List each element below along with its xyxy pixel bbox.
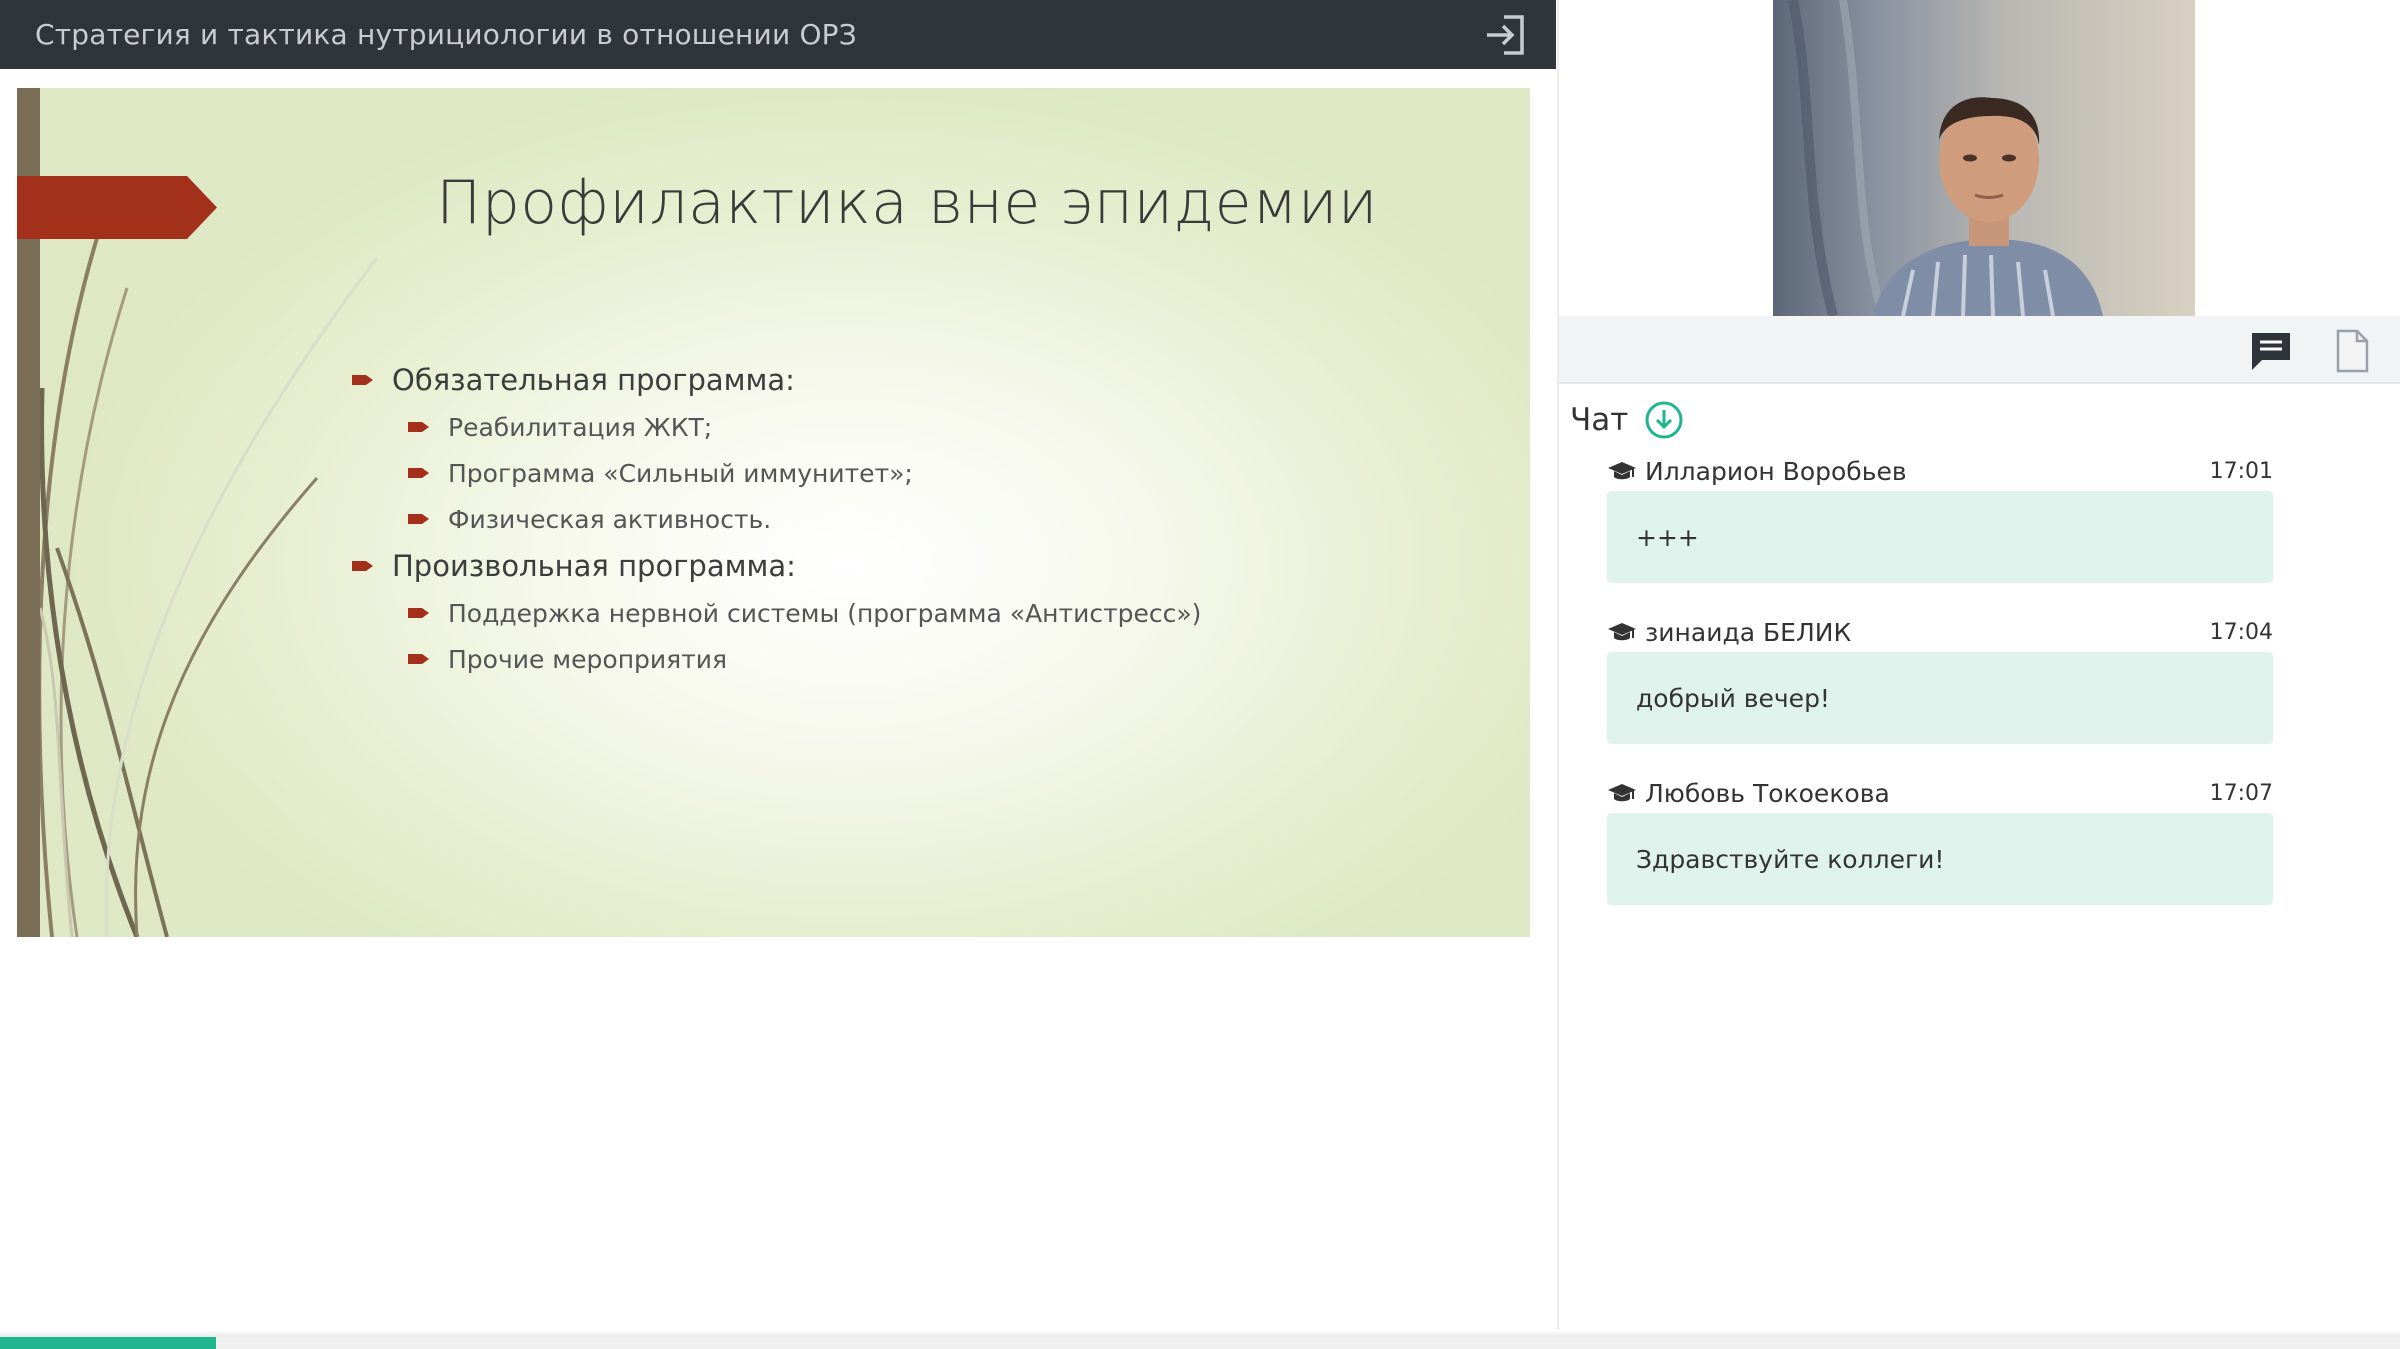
side-panel: Чат Илларион Воробьев 17:01 +++ зинаида … [1557, 0, 2400, 1330]
list-item: Обязательная программа: [352, 356, 1502, 404]
chat-header: Чат [1570, 400, 1684, 440]
bullet-icon [352, 559, 374, 573]
list-item: Произвольная программа: [352, 542, 1502, 590]
tab-chat[interactable] [2248, 330, 2294, 372]
scroll-down-icon[interactable] [1644, 400, 1684, 440]
chat-author: Любовь Токоекова [1645, 778, 1890, 808]
graduation-cap-icon [1608, 784, 1636, 802]
chat-bubble: добрый вечер! [1607, 652, 2273, 744]
chat-message-header: зинаида БЕЛИК 17:04 [1607, 612, 2273, 652]
chat-time: 17:04 [2209, 619, 2273, 645]
chat-bubble: +++ [1607, 491, 2273, 583]
progress-fill [0, 1337, 216, 1349]
list-item: Реабилитация ЖКТ; [352, 404, 1502, 450]
bullet-icon [408, 420, 430, 434]
page-title: Стратегия и тактика нутрициологии в отно… [35, 18, 857, 51]
chat-message: Илларион Воробьев 17:01 +++ [1607, 451, 2273, 583]
list-item-text: Обязательная программа: [392, 363, 795, 397]
bullet-icon [352, 373, 374, 387]
chat-message: зинаида БЕЛИК 17:04 добрый вечер! [1607, 612, 2273, 744]
chat-message-header: Любовь Токоекова 17:07 [1607, 773, 2273, 813]
bullet-icon [408, 466, 430, 480]
list-item: Прочие мероприятия [352, 636, 1502, 682]
bullet-icon [408, 652, 430, 666]
presentation-slide: Профилактика вне эпидемии Обязательная п… [17, 88, 1530, 937]
progress-shadow [0, 1330, 2400, 1337]
chat-message: Любовь Токоекова 17:07 Здравствуйте колл… [1607, 773, 2273, 905]
graduation-cap-icon [1608, 623, 1636, 641]
header-bar: Стратегия и тактика нутрициологии в отно… [0, 0, 1556, 69]
webcam-video [1773, 0, 2195, 316]
presenter-video-image [1773, 0, 2195, 316]
list-item-text: Прочие мероприятия [448, 644, 728, 674]
list-item-text: Реабилитация ЖКТ; [448, 412, 713, 442]
list-item-text: Поддержка нервной системы (программа «Ан… [448, 598, 1202, 628]
exit-button[interactable] [1482, 12, 1528, 58]
slide-arrow-shape [17, 176, 217, 239]
chat-message-header: Илларион Воробьев 17:01 [1607, 451, 2273, 491]
chat-author: Илларион Воробьев [1645, 456, 1907, 486]
bullet-icon [408, 512, 430, 526]
tab-files[interactable] [2332, 328, 2372, 374]
list-item: Поддержка нервной системы (программа «Ан… [352, 590, 1502, 636]
chat-time: 17:07 [2209, 780, 2273, 806]
list-item-text: Произвольная программа: [392, 549, 796, 583]
list-item: Физическая активность. [352, 496, 1502, 542]
document-icon [2336, 329, 2369, 373]
panel-tabs [1559, 316, 2400, 384]
progress-bar[interactable] [0, 1337, 2400, 1349]
chat-time: 17:01 [2209, 458, 2273, 484]
list-item-text: Физическая активность. [448, 504, 772, 534]
exit-icon [1487, 15, 1524, 55]
chat-icon [2252, 333, 2290, 370]
chat-author: зинаида БЕЛИК [1645, 617, 1852, 647]
chat-title: Чат [1570, 402, 1629, 438]
chat-bubble: Здравствуйте коллеги! [1607, 813, 2273, 905]
slide-bullet-list: Обязательная программа: Реабилитация ЖКТ… [352, 356, 1502, 682]
slide-title: Профилактика вне эпидемии [436, 168, 1378, 238]
app-root: Стратегия и тактика нутрициологии в отно… [0, 0, 2400, 1349]
list-item-text: Программа «Сильный иммунитет»; [448, 458, 913, 488]
list-item: Программа «Сильный иммунитет»; [352, 450, 1502, 496]
graduation-cap-icon [1608, 462, 1636, 480]
bullet-icon [408, 606, 430, 620]
